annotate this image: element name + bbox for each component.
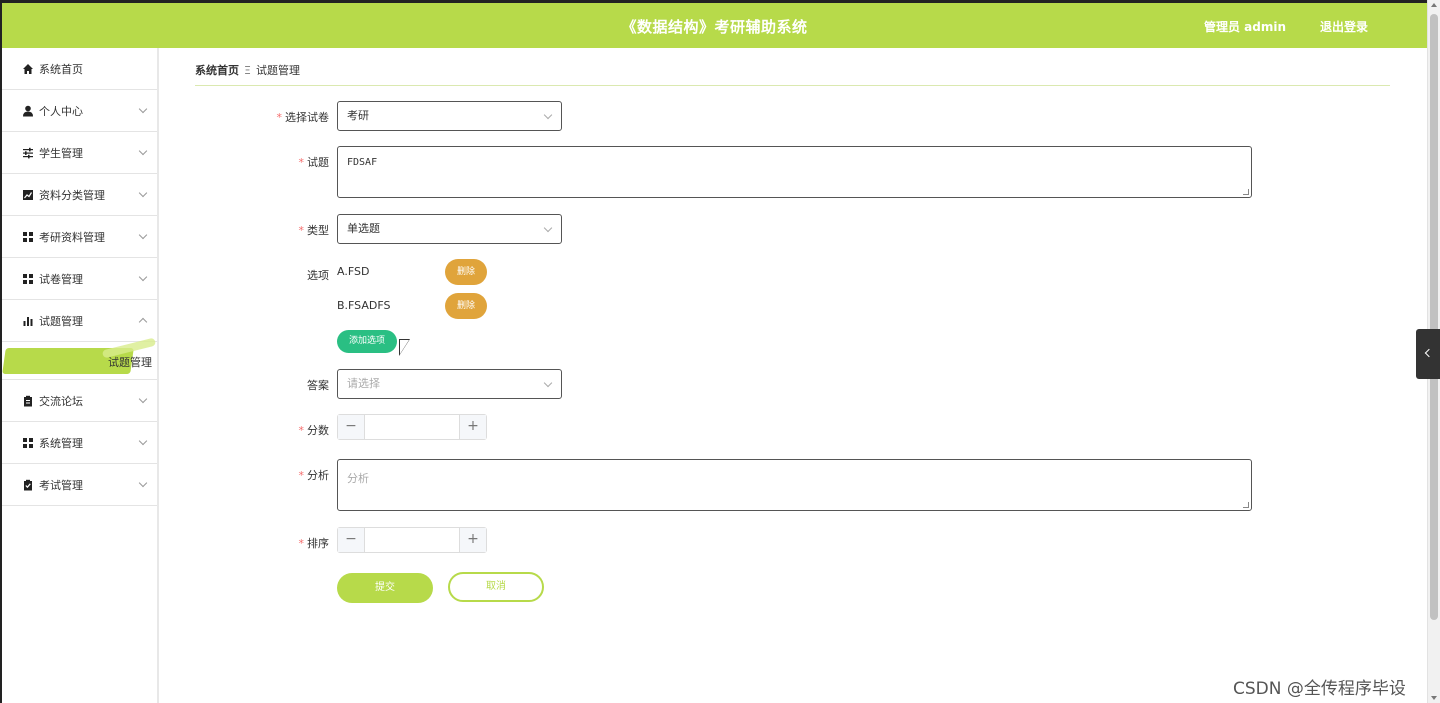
type-select-value: 单选题 [347,222,380,235]
question-textarea[interactable]: FDSAF [337,146,1252,198]
sidebar-item-paper-management[interactable]: 试卷管理 [2,258,157,300]
chevron-down-icon [138,188,148,198]
sidebar-item-student-management[interactable]: 学生管理 [2,132,157,174]
side-panel-toggle[interactable] [1416,329,1440,379]
sidebar-item-question-management[interactable]: 试题管理 [2,300,157,342]
resize-handle-icon[interactable] [1243,189,1249,195]
breadcrumb-divider [195,85,1390,86]
analysis-label: * 分析 [298,469,330,482]
bar-chart-icon [22,315,34,327]
sidebar-item-label: 系统首页 [39,62,83,76]
paper-select-value: 考研 [347,109,369,122]
chevron-down-icon [543,378,553,388]
breadcrumb-separator: Ξ [244,64,251,77]
score-stepper[interactable]: − + [337,414,487,440]
type-label: * 类型 [298,224,330,237]
chevron-down-icon [543,110,553,120]
sliders-icon [22,147,34,159]
resize-handle-icon[interactable] [1243,502,1249,508]
chevron-down-icon [138,436,148,446]
delete-option-a-button[interactable]: 删除 [445,259,487,285]
sidebar-item-label: 交流论坛 [39,394,83,408]
question-label: * 试题 [298,156,330,169]
delete-option-b-button[interactable]: 删除 [445,293,487,319]
add-option-button[interactable]: 添加选项 [337,330,397,353]
type-select[interactable]: 单选题 [337,214,562,244]
grid-icon [22,273,34,285]
breadcrumb-current: 试题管理 [255,64,300,77]
chevron-up-icon [138,317,148,327]
scrollbar-thumb[interactable] [1430,14,1438,620]
sort-label: * 排序 [298,537,330,550]
top-header: 《数据结构》考研辅助系统 管理员 admin 退出登录 [0,0,1427,48]
sidebar-item-system-management[interactable]: 系统管理 [2,422,157,464]
logout-link[interactable]: 退出登录 [1320,18,1368,35]
analysis-textarea[interactable]: 分析 [337,459,1252,511]
sidebar-item-label: 试题管理 [39,314,83,328]
chevron-down-icon [138,104,148,114]
score-input[interactable] [366,415,458,439]
sidebar-item-forum[interactable]: 交流论坛 [2,380,157,422]
clipboard-icon [22,395,34,407]
answer-select[interactable]: 请选择 [337,369,562,399]
analysis-placeholder: 分析 [347,472,369,485]
cancel-button[interactable]: 取消 [448,572,544,602]
sidebar-item-home[interactable]: 系统首页 [2,48,157,90]
option-item-a: A.FSD [337,265,370,278]
sort-increment-button[interactable]: + [459,528,486,552]
sidebar-item-label: 学生管理 [39,146,83,160]
clipboard-check-icon [22,479,34,491]
sidebar-item-personal-center[interactable]: 个人中心 [2,90,157,132]
sidebar-item-label: 系统管理 [39,436,83,450]
option-item-b: B.FSADFS [337,299,391,312]
chart-line-icon [22,189,34,201]
question-text: FDSAF [347,157,378,168]
sort-stepper[interactable]: − + [337,527,487,553]
watermark: CSDN @全传程序毕设 [1233,679,1406,699]
chevron-down-icon [138,394,148,404]
sidebar-item-exam-materials[interactable]: 考研资料管理 [2,216,157,258]
submenu-item-label[interactable]: 试题管理 [32,354,152,370]
chevron-left-icon [1424,348,1434,358]
sidebar-item-label: 试卷管理 [39,272,83,286]
chevron-down-icon [543,223,553,233]
chevron-down-icon [138,272,148,282]
sidebar-item-label: 个人中心 [39,104,83,118]
main-content: 系统首页 Ξ 试题管理 * 选择试卷 考研 * 试题 FDSAF * 类型 单选题 选项 … [161,48,1427,703]
answer-select-placeholder: 请选择 [347,377,380,390]
submit-button[interactable]: 提交 [337,573,433,603]
submenu-question-management[interactable]: 试题管理 [2,337,157,380]
current-user: 管理员 admin [1204,20,1287,34]
options-label: 选项 [307,269,329,282]
home-icon [22,63,34,75]
scroll-down-arrow-icon[interactable] [1431,696,1437,700]
sidebar-item-label: 考试管理 [39,478,83,492]
chevron-down-icon [138,146,148,156]
score-decrement-button[interactable]: − [338,415,365,439]
score-label: * 分数 [298,424,330,437]
scroll-up-arrow-icon[interactable] [1431,3,1437,7]
sidebar-item-label: 资料分类管理 [39,188,105,202]
sidebar-item-exam-management[interactable]: 考试管理 [2,464,157,506]
sidebar-item-material-category[interactable]: 资料分类管理 [2,174,157,216]
chevron-down-icon [138,230,148,240]
mouse-cursor-fill [400,340,409,354]
sidebar-item-label: 考研资料管理 [39,230,105,244]
sort-input[interactable] [366,528,458,552]
paper-label: * 选择试卷 [276,111,330,124]
sort-decrement-button[interactable]: − [338,528,365,552]
answer-label: 答案 [307,379,329,392]
grid-icon [22,231,34,243]
paper-select[interactable]: 考研 [337,101,562,131]
breadcrumb-home[interactable]: 系统首页 [195,64,239,77]
score-increment-button[interactable]: + [459,415,486,439]
breadcrumb: 系统首页 Ξ 试题管理 [195,62,300,78]
sidebar: 系统首页 个人中心 学生管理 资料分类管理 考研资料管理 试卷管理 试题管理 试… [0,48,159,703]
grid-icon [22,437,34,449]
user-icon [22,105,34,117]
chevron-down-icon [138,478,148,488]
